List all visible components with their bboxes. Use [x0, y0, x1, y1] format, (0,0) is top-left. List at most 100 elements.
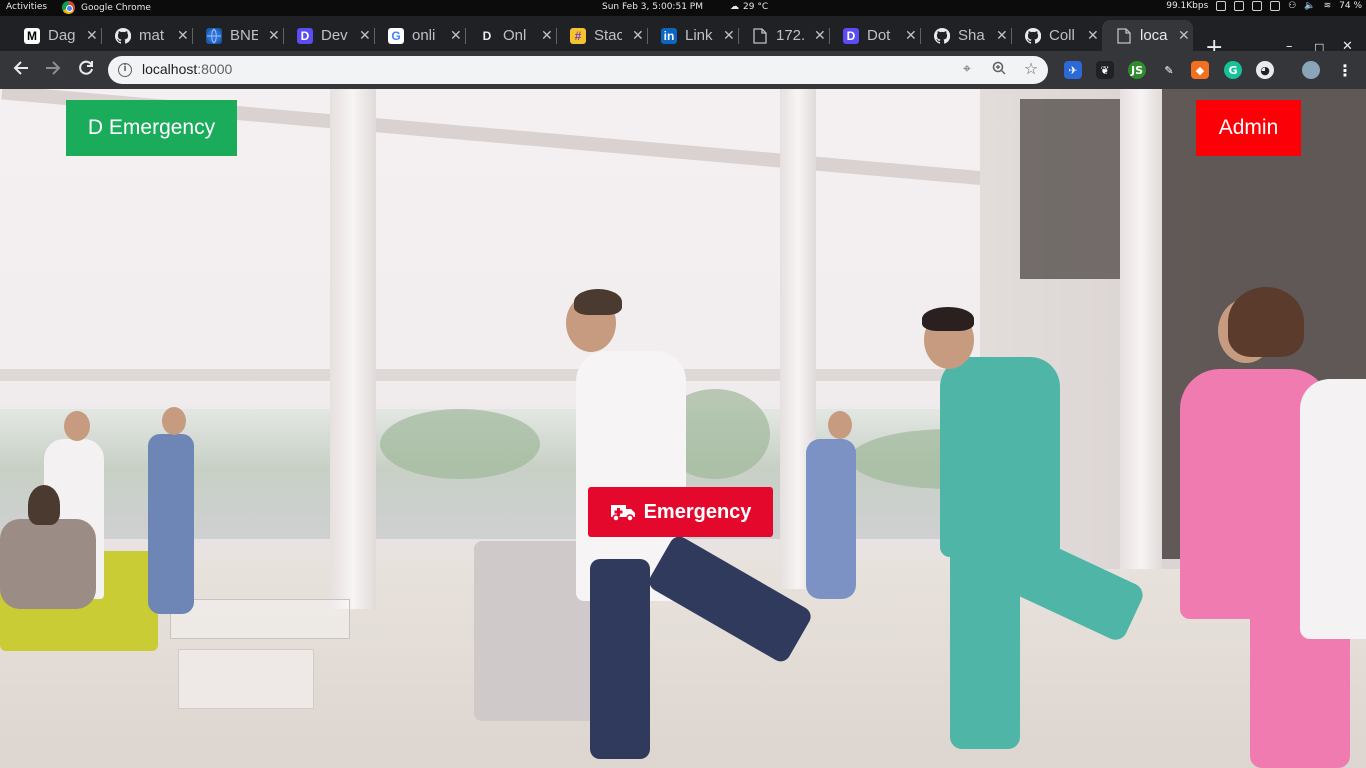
tab-title: Coll — [1049, 27, 1075, 44]
weather-temp: 29 °C — [743, 2, 769, 12]
back-arrow-icon — [13, 61, 28, 75]
tab-close-icon[interactable]: ✕ — [268, 27, 280, 44]
tab-close-icon[interactable]: ✕ — [996, 27, 1008, 44]
browser-tab[interactable]: M Dag ✕ — [10, 20, 102, 51]
weather-indicator[interactable]: ☁ 29 °C — [730, 2, 768, 12]
tab-close-icon[interactable]: ✕ — [1178, 27, 1190, 44]
browser-tab[interactable]: Coll ✕ — [1011, 20, 1102, 51]
tab-title: Onl — [503, 27, 527, 44]
tab-title: Link — [685, 27, 713, 44]
document-icon[interactable] — [1252, 1, 1263, 11]
extension-grammarly-icon[interactable]: G — [1224, 61, 1242, 79]
tab-title: onli — [412, 27, 436, 44]
favicon-icon: D — [297, 27, 313, 44]
favicon-icon: in — [661, 27, 677, 44]
github-icon — [1025, 27, 1041, 44]
tab-title: mat — [139, 27, 165, 44]
extension-ghost-icon[interactable]: ◕ — [1256, 61, 1274, 79]
github-icon — [934, 27, 950, 44]
tab-title: Dev — [321, 27, 348, 44]
emergency-button-label: Emergency — [643, 500, 752, 523]
browser-tab[interactable]: 172. ✕ — [738, 20, 830, 51]
tab-close-icon[interactable]: ✕ — [359, 27, 371, 44]
zoom-icon[interactable] — [990, 61, 1008, 79]
browser-tab[interactable]: mat ✕ — [101, 20, 193, 51]
chrome-icon — [62, 1, 75, 14]
emergency-button[interactable]: Emergency — [588, 487, 773, 537]
tab-strip: M Dag ✕ mat ✕ BNE ✕ D Dev ✕ Gonli ✕ D Onl ✕ # Stac ✕ in Lin… — [0, 16, 1366, 59]
site-info-icon[interactable]: i — [118, 63, 132, 77]
extension-plane-icon[interactable]: ✈ — [1064, 61, 1082, 79]
tab-close-icon[interactable]: ✕ — [177, 27, 189, 44]
extension-nodejs-icon[interactable]: JS — [1128, 61, 1146, 79]
tab-title: BNE — [230, 27, 258, 44]
system-top-bar: Activities Google Chrome Sun Feb 3, 5:00… — [0, 0, 1366, 16]
reload-button[interactable] — [75, 59, 97, 83]
address-bar[interactable]: i localhost:8000 ⌖ ☆ — [108, 56, 1048, 84]
tab-close-icon[interactable]: ✕ — [450, 27, 462, 44]
tab-close-icon[interactable]: ✕ — [1087, 27, 1099, 44]
admin-button[interactable]: Admin — [1196, 100, 1301, 156]
network-icon[interactable]: ⚇ — [1288, 1, 1296, 11]
scene-table-base — [178, 649, 314, 709]
url-port: :8000 — [197, 61, 233, 77]
browser-tab[interactable]: in Link ✕ — [647, 20, 739, 51]
tab-close-icon[interactable]: ✕ — [541, 27, 553, 44]
tab-close-icon[interactable]: ✕ — [814, 27, 826, 44]
scene-glass-table — [170, 599, 350, 639]
network-speed: 99.1Kbps — [1166, 1, 1209, 11]
profile-avatar[interactable] — [1302, 61, 1320, 79]
browser-tab[interactable]: Gonli ✕ — [374, 20, 466, 51]
browser-tab[interactable]: D Dev ✕ — [283, 20, 375, 51]
back-button[interactable] — [10, 59, 32, 83]
tab-close-icon[interactable]: ✕ — [723, 27, 735, 44]
scene-ceiling-beam — [0, 369, 1000, 381]
browser-tab[interactable]: Sha ✕ — [920, 20, 1012, 51]
page-icon — [1116, 27, 1132, 44]
reload-icon — [79, 60, 93, 75]
tab-title: Dag — [48, 27, 76, 44]
favicon-icon: M — [24, 27, 40, 44]
tray-app-icon[interactable] — [1216, 1, 1227, 11]
favicon-icon: D — [843, 27, 859, 44]
cloud-icon: ☁ — [730, 2, 739, 12]
browser-tab[interactable]: # Stac ✕ — [556, 20, 648, 51]
extension-pencil-icon[interactable]: ✎ — [1160, 61, 1178, 79]
page-viewport: D Emergency Admin Emergency — [0, 89, 1366, 768]
tab-title: loca — [1140, 27, 1168, 44]
bookmark-star-icon[interactable]: ☆ — [1022, 59, 1040, 78]
tab-close-icon[interactable]: ✕ — [632, 27, 644, 44]
browser-tab[interactable]: BNE ✕ — [192, 20, 284, 51]
app-menu[interactable]: Google Chrome — [62, 1, 151, 14]
tab-title: Stac — [594, 27, 622, 44]
location-icon[interactable]: ⌖ — [958, 61, 976, 77]
globe-icon — [206, 27, 222, 44]
activities-button[interactable]: Activities — [6, 2, 47, 12]
app-name-label: Google Chrome — [81, 2, 151, 13]
browser-tab[interactable]: D Onl ✕ — [465, 20, 557, 51]
forward-arrow-icon — [46, 61, 61, 75]
clipboard-icon[interactable] — [1234, 1, 1245, 11]
forward-button[interactable] — [42, 59, 64, 83]
browser-tab[interactable]: D Dot ✕ — [829, 20, 921, 51]
extension-leaf-icon[interactable]: ❦ — [1096, 61, 1114, 79]
tab-close-icon[interactable]: ✕ — [905, 27, 917, 44]
favicon-icon: D — [479, 27, 495, 44]
address-url[interactable]: localhost:8000 — [142, 61, 232, 77]
trash-icon[interactable] — [1270, 1, 1281, 11]
scene-pillar — [330, 89, 376, 609]
url-host: localhost — [142, 61, 198, 77]
chrome-menu-icon[interactable]: ⋮ — [1336, 61, 1354, 80]
wifi-icon[interactable]: ≋ — [1324, 1, 1332, 11]
tab-close-icon[interactable]: ✕ — [86, 27, 98, 44]
brand-logo-button[interactable]: D Emergency — [66, 100, 237, 156]
system-tray[interactable]: 99.1Kbps ⚇ 🔈 ≋ 74 % — [1166, 1, 1362, 11]
tab-title: Sha — [958, 27, 985, 44]
tab-title: Dot — [867, 27, 891, 44]
ambulance-icon — [610, 505, 635, 522]
browser-tab[interactable]: loca ✕ — [1102, 20, 1193, 51]
clock[interactable]: Sun Feb 3, 5:00:51 PM — [602, 2, 703, 12]
scene-pillar — [1120, 89, 1162, 569]
volume-icon[interactable]: 🔈 — [1304, 1, 1315, 11]
extension-fox-icon[interactable]: ◆ — [1191, 61, 1209, 79]
